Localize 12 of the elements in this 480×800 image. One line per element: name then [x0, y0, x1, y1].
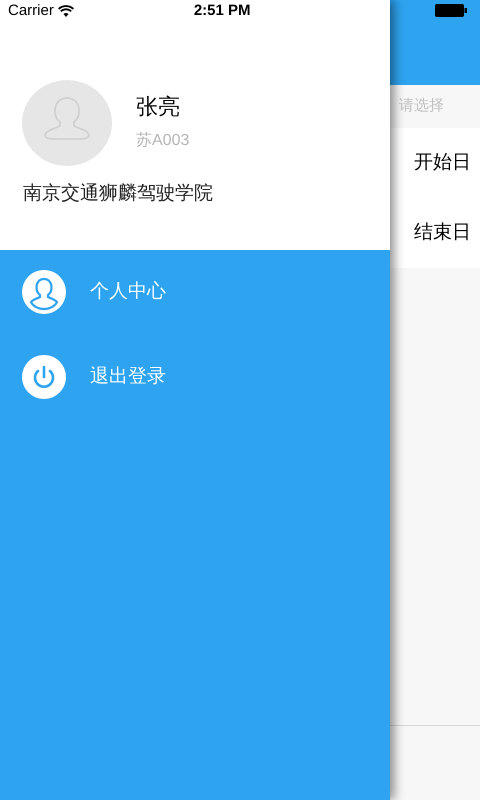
carrier-label: Carrier	[8, 0, 54, 21]
wifi-icon	[58, 5, 74, 17]
avatar-icon	[22, 80, 112, 166]
date-row-label[interactable]: 开始日	[414, 148, 471, 178]
battery-icon	[435, 4, 467, 17]
date-row-label[interactable]: 结束日	[414, 218, 471, 248]
user-name: 张亮	[136, 93, 181, 121]
school-name: 南京交通狮麟驾驶学院	[23, 182, 214, 206]
plate-number: 苏A003	[136, 130, 190, 151]
status-time: 2:51 PM	[194, 0, 251, 21]
person-icon	[22, 270, 66, 314]
power-icon	[22, 355, 66, 399]
